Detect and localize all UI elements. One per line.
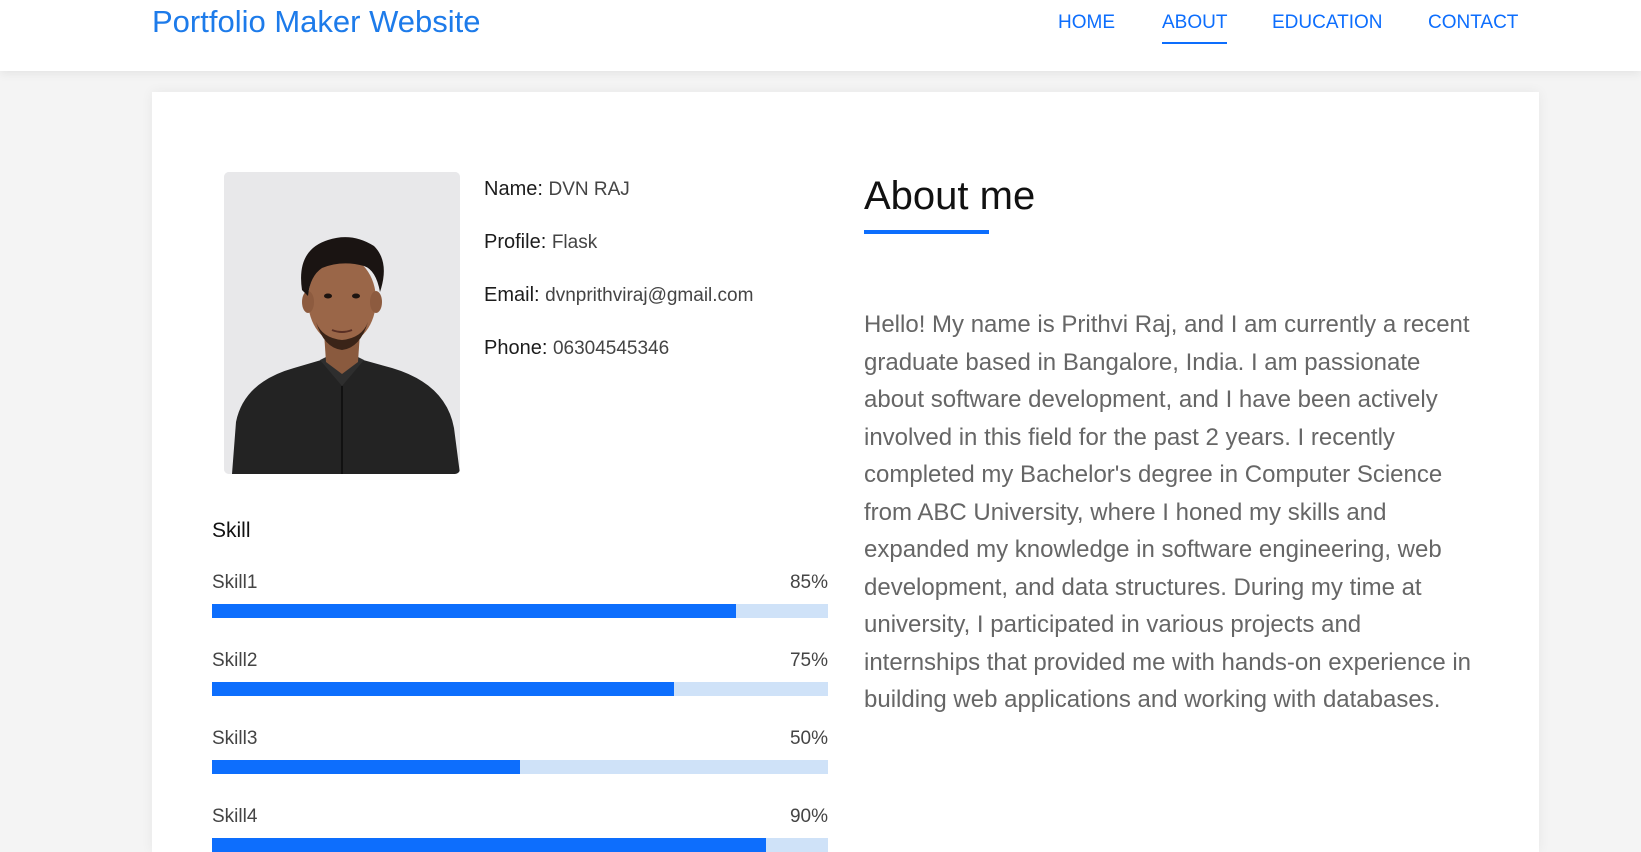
skill-progress-bar xyxy=(212,760,828,774)
nav-education-link[interactable]: EDUCATION xyxy=(1272,12,1382,34)
skill-percent: 85% xyxy=(789,572,828,593)
skill-name: Skill2 xyxy=(212,650,258,671)
name-label: Name: xyxy=(484,178,543,200)
skill-name: Skill3 xyxy=(212,728,258,749)
skill-name: Skill4 xyxy=(212,806,258,827)
profile-value: Flask xyxy=(551,232,598,253)
skill-progress-fill xyxy=(212,838,767,852)
about-card: Name: DVN RAJ Profile: Flask Email: dvnp… xyxy=(152,92,1539,852)
nav-home-link[interactable]: HOME xyxy=(1058,12,1115,34)
name-row: Name: DVN RAJ xyxy=(484,178,630,201)
email-row: Email: dvnprithviraj@gmail.com xyxy=(484,284,753,307)
person-photo-illustration xyxy=(224,172,460,474)
skill-progress-bar xyxy=(212,838,828,852)
skills-heading: Skill xyxy=(212,519,251,542)
brand-logo-link[interactable]: Portfolio Maker Website xyxy=(152,4,481,40)
profile-photo xyxy=(224,172,460,474)
name-value: DVN RAJ xyxy=(548,179,630,200)
skill-item: Skill2 75% xyxy=(212,650,828,696)
skill-percent: 90% xyxy=(789,806,828,827)
email-label: Email: xyxy=(484,284,540,306)
profile-label: Profile: xyxy=(484,231,547,253)
skill-item: Skill1 85% xyxy=(212,572,828,618)
skill-header: Skill4 90% xyxy=(212,806,828,828)
profile-row: Profile: Flask xyxy=(484,231,597,254)
phone-value: 06304545346 xyxy=(552,338,670,359)
skill-progress-bar xyxy=(212,682,828,696)
skill-progress-bar xyxy=(212,604,828,618)
nav-contact-link[interactable]: CONTACT xyxy=(1428,12,1518,34)
skill-header: Skill1 85% xyxy=(212,572,828,594)
skill-progress-fill xyxy=(212,604,736,618)
about-description: Hello! My name is Prithvi Raj, and I am … xyxy=(864,311,1472,713)
nav-about-link[interactable]: ABOUT xyxy=(1162,12,1228,44)
about-heading: About me xyxy=(864,174,1036,218)
navbar: Portfolio Maker Website HOME ABOUT EDUCA… xyxy=(0,0,1641,71)
email-value: dvnprithviraj@gmail.com xyxy=(545,285,754,306)
phone-label: Phone: xyxy=(484,337,548,359)
phone-row: Phone: 06304545346 xyxy=(484,337,669,360)
skill-header: Skill3 50% xyxy=(212,728,828,750)
skill-item: Skill3 50% xyxy=(212,728,828,774)
skill-header: Skill2 75% xyxy=(212,650,828,672)
skill-percent: 50% xyxy=(789,728,828,749)
skill-item: Skill4 90% xyxy=(212,806,828,852)
skill-progress-fill xyxy=(212,760,520,774)
skill-percent: 75% xyxy=(789,650,828,671)
about-heading-underline xyxy=(864,230,989,234)
skill-name: Skill1 xyxy=(212,572,258,593)
skill-progress-fill xyxy=(212,682,674,696)
